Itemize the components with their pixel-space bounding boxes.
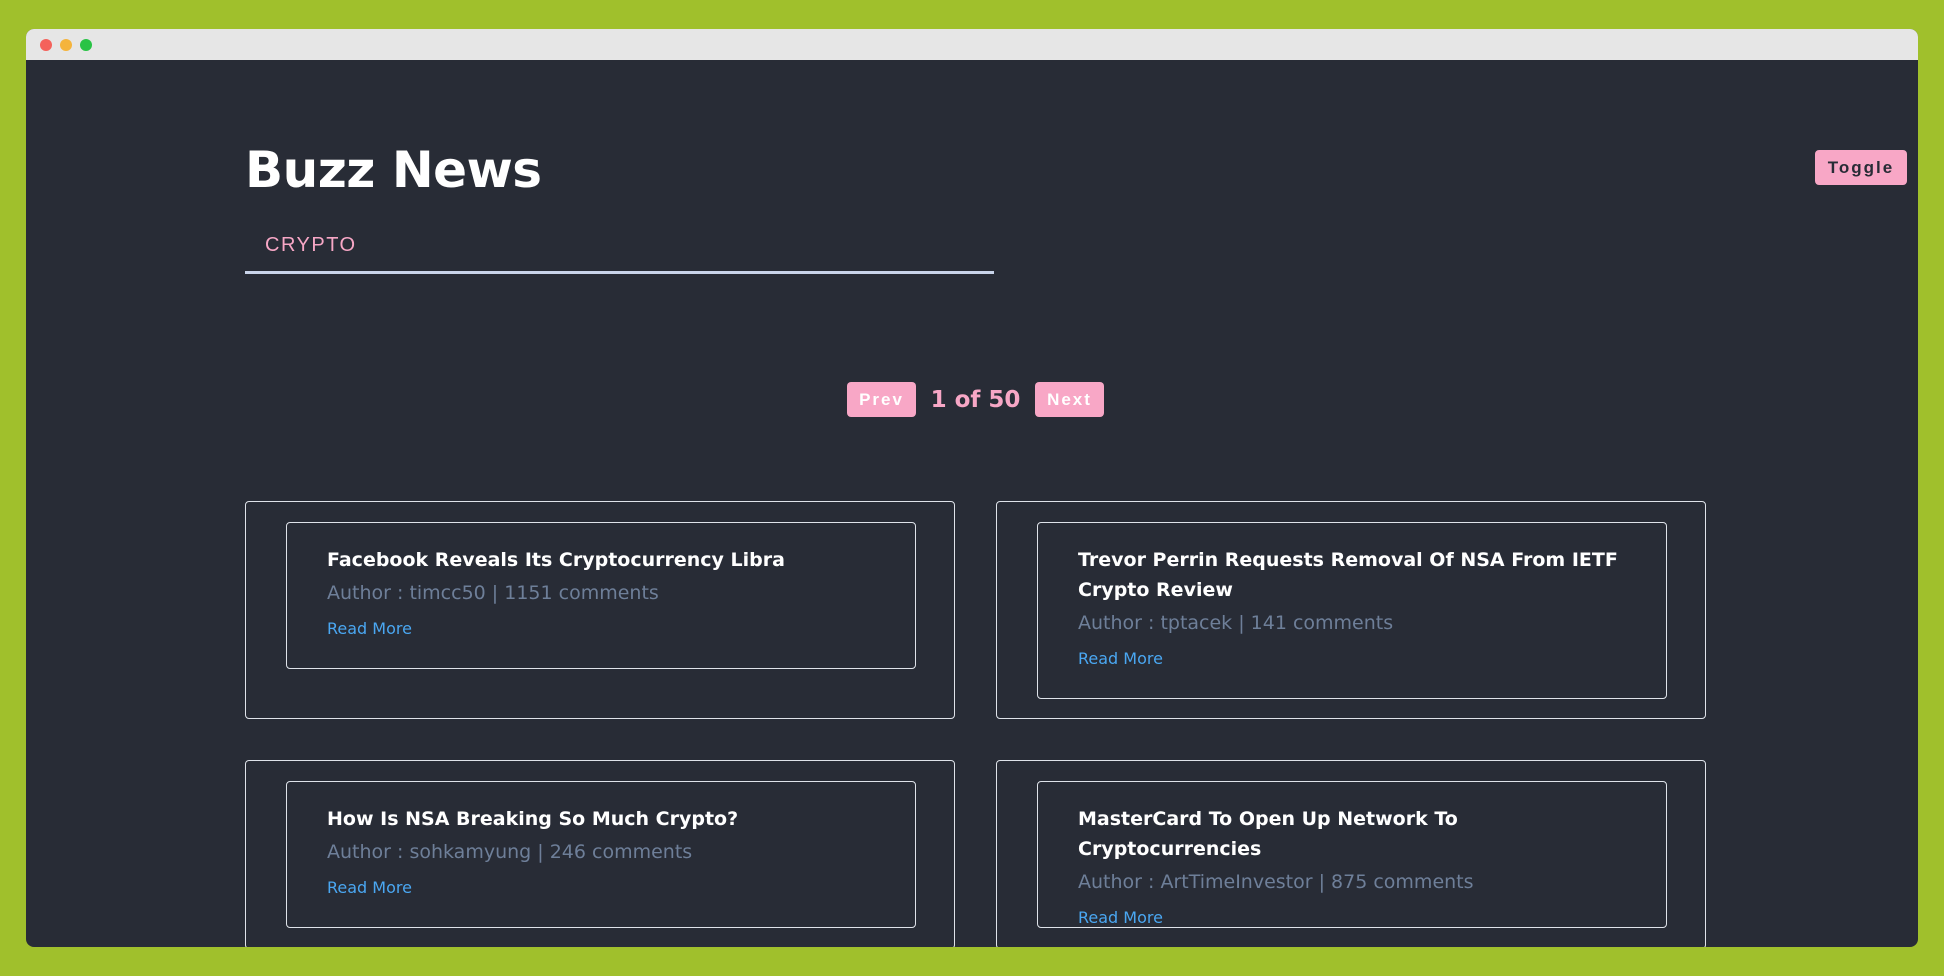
article-title: Trevor Perrin Requests Removal Of NSA Fr…	[1078, 549, 1618, 601]
browser-window: Buzz News Toggle CRYPTO Prev 1 of 50 Nex…	[26, 29, 1918, 947]
window-titlebar	[26, 29, 1918, 60]
news-card-inner: MasterCard To Open Up Network To Cryptoc…	[1037, 781, 1667, 928]
article-title: Facebook Reveals Its Cryptocurrency Libr…	[327, 549, 785, 571]
news-card-inner: Trevor Perrin Requests Removal Of NSA Fr…	[1037, 522, 1667, 699]
pagination: Prev 1 of 50 Next	[847, 382, 1104, 417]
news-card: MasterCard To Open Up Network To Cryptoc…	[996, 760, 1706, 947]
article-meta: Author : timcc50 | 1151 comments	[327, 582, 659, 604]
tab-crypto[interactable]: CRYPTO	[265, 234, 357, 257]
news-card-inner: How Is NSA Breaking So Much Crypto? Auth…	[286, 781, 916, 928]
article-title: How Is NSA Breaking So Much Crypto?	[327, 808, 739, 830]
read-more-link[interactable]: Read More	[327, 619, 412, 638]
page-title: Buzz News	[245, 141, 542, 199]
article-title: MasterCard To Open Up Network To Cryptoc…	[1078, 808, 1458, 860]
news-card: Facebook Reveals Its Cryptocurrency Libr…	[245, 501, 955, 719]
next-page-button[interactable]: Next	[1035, 382, 1104, 417]
theme-toggle-button[interactable]: Toggle	[1815, 150, 1907, 185]
read-more-link[interactable]: Read More	[1078, 649, 1163, 668]
read-more-link[interactable]: Read More	[327, 878, 412, 897]
app-content: Buzz News Toggle CRYPTO Prev 1 of 50 Nex…	[26, 60, 1918, 947]
category-tab-bar: CRYPTO	[245, 230, 994, 274]
news-card: Trevor Perrin Requests Removal Of NSA Fr…	[996, 501, 1706, 719]
read-more-link[interactable]: Read More	[1078, 908, 1163, 927]
article-meta: Author : sohkamyung | 246 comments	[327, 841, 693, 863]
maximize-window-dot-icon[interactable]	[80, 39, 92, 51]
prev-page-button[interactable]: Prev	[847, 382, 916, 417]
article-meta: Author : tptacek | 141 comments	[1078, 612, 1394, 634]
news-card: How Is NSA Breaking So Much Crypto? Auth…	[245, 760, 955, 947]
article-meta: Author : ArtTimeInvestor | 875 comments	[1078, 871, 1474, 893]
page-indicator: 1 of 50	[930, 387, 1021, 413]
news-card-inner: Facebook Reveals Its Cryptocurrency Libr…	[286, 522, 916, 669]
minimize-window-dot-icon[interactable]	[60, 39, 72, 51]
close-window-dot-icon[interactable]	[40, 39, 52, 51]
